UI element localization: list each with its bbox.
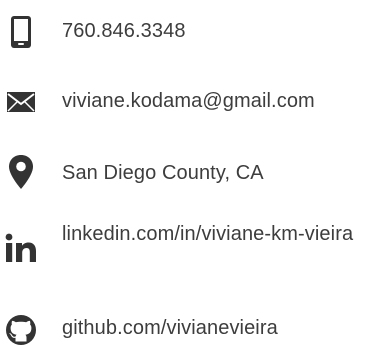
contact-location-row: San Diego County, CA <box>0 152 370 192</box>
contact-list: 760.846.3348 viviane.kodama@gmail.com Sa… <box>0 0 370 346</box>
location-text: San Diego County, CA <box>62 162 264 184</box>
email-link[interactable]: viviane.kodama@gmail.com <box>62 87 315 115</box>
contact-github-row: github.com/vivianevieira <box>0 312 370 346</box>
phone-icon <box>4 14 38 50</box>
envelope-icon <box>4 88 38 116</box>
contact-linkedin-row: linkedin.com/in/viviane-km-vieira <box>0 220 370 282</box>
github-icon <box>4 314 38 346</box>
linkedin-icon <box>4 232 38 264</box>
contact-email-row: viviane.kodama@gmail.com <box>0 86 370 122</box>
phone-number-link[interactable]: 760.846.3348 <box>62 17 186 45</box>
linkedin-link[interactable]: linkedin.com/in/viviane-km-vieira <box>62 220 362 248</box>
github-link[interactable]: github.com/vivianevieira <box>62 314 278 342</box>
map-pin-icon <box>4 154 38 190</box>
contact-phone-row: 760.846.3348 <box>0 12 370 52</box>
